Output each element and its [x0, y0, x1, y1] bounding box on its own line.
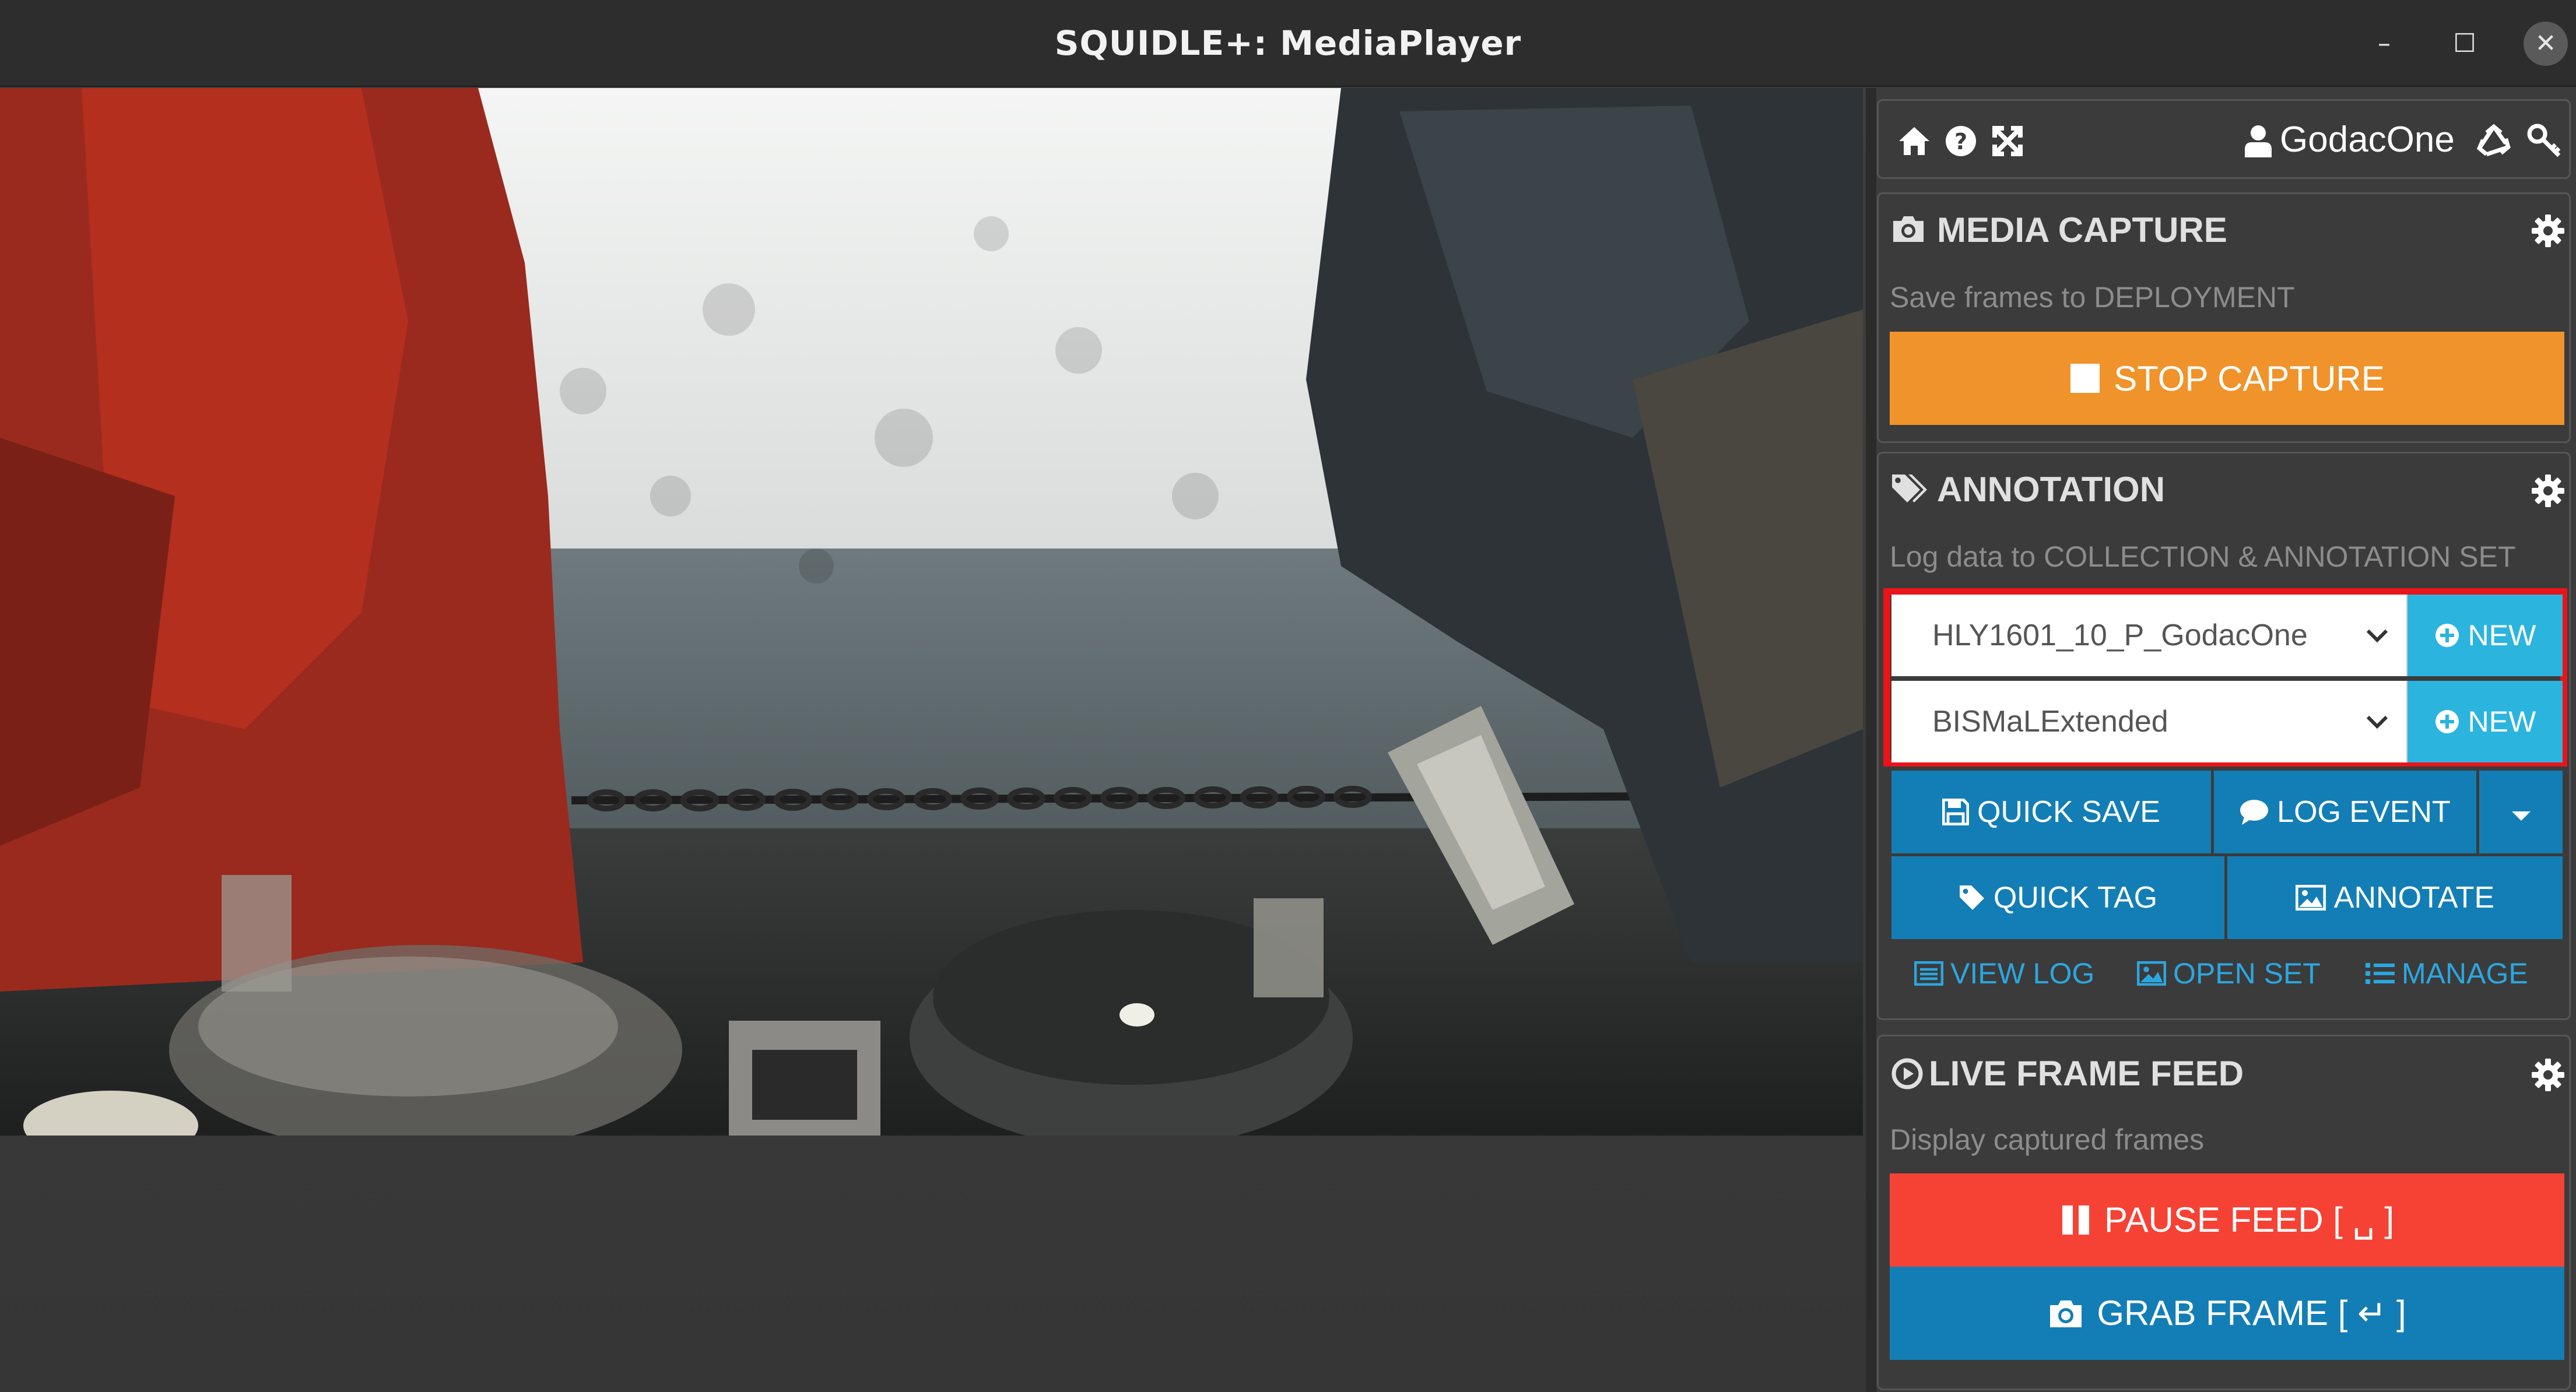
caret-down-icon: [2511, 795, 2532, 829]
svg-text:?: ?: [1954, 129, 1967, 154]
comment-icon: [2240, 799, 2269, 825]
annotation-set-select-value: BISMaLExtended: [1932, 705, 2168, 739]
plus-circle-icon: [2434, 623, 2460, 648]
quick-save-label: QUICK SAVE: [1977, 795, 2160, 829]
user-icon: [2241, 122, 2276, 160]
minimize-button[interactable]: –: [2362, 22, 2406, 66]
manage-label: MANAGE: [2402, 957, 2528, 990]
camera-icon: [2048, 1298, 2084, 1328]
pause-icon: [2060, 1204, 2091, 1236]
pause-feed-button[interactable]: PAUSE FEED [ ␣ ]: [1890, 1173, 2564, 1267]
collection-select[interactable]: HLY1601_10_P_GodacOne: [1891, 595, 2407, 676]
maximize-button[interactable]: ☐: [2442, 22, 2487, 66]
live-frame-feed-subtitle: Display captured frames: [1890, 1123, 2205, 1156]
gear-icon[interactable]: [2531, 213, 2566, 248]
log-event-button[interactable]: LOG EVENT: [2214, 771, 2476, 853]
open-set-label: OPEN SET: [2173, 957, 2321, 990]
collection-select-value: HLY1601_10_P_GodacOne: [1932, 618, 2308, 652]
stop-capture-label: STOP CAPTURE: [2114, 358, 2385, 398]
annotate-label: ANNOTATE: [2333, 881, 2495, 915]
annotate-button[interactable]: ANNOTATE: [2227, 856, 2563, 939]
image-icon: [2137, 961, 2166, 986]
user-toolbar: [1877, 99, 2571, 179]
video-image: [0, 88, 1863, 1136]
annotation-set-select[interactable]: BISMaLExtended: [1891, 681, 2407, 762]
window-title: SQUIDLE+: MediaPlayer: [1054, 23, 1522, 63]
new-annotation-set-label: NEW: [2468, 705, 2536, 738]
video-frame[interactable]: [0, 88, 1863, 1136]
new-annotation-set-button[interactable]: NEW: [2407, 681, 2563, 762]
tag-icon: [1959, 884, 1985, 911]
annotation-subtitle: Log data to COLLECTION & ANNOTATION SET: [1890, 540, 2516, 573]
media-capture-subtitle: Save frames to DEPLOYMENT: [1890, 281, 2295, 314]
grab-frame-button[interactable]: GRAB FRAME [ ↵ ]: [1890, 1267, 2564, 1360]
camera-icon: [1890, 211, 1927, 246]
annotation-title: ANNOTATION: [1937, 470, 2166, 509]
media-capture-title: MEDIA CAPTURE: [1937, 210, 2227, 249]
grab-frame-label: GRAB FRAME [ ↵ ]: [2097, 1293, 2406, 1333]
quick-save-button[interactable]: QUICK SAVE: [1891, 771, 2211, 853]
close-button[interactable]: ✕: [2524, 22, 2568, 66]
username-label[interactable]: GodacOne: [2280, 114, 2455, 166]
window-titlebar: SQUIDLE+: MediaPlayer – ☐ ✕: [0, 0, 2576, 87]
chevron-down-icon: [2366, 595, 2389, 676]
video-area: [0, 88, 1872, 1392]
tags-icon: [1890, 471, 1929, 506]
chevron-down-icon: [2366, 681, 2389, 762]
image-icon: [2295, 885, 2326, 911]
list-alt-icon: [1914, 961, 1943, 986]
view-log-label: VIEW LOG: [1950, 957, 2095, 990]
list-icon: [2366, 962, 2395, 985]
gear-icon[interactable]: [2531, 473, 2566, 508]
key-icon[interactable]: [2525, 121, 2564, 161]
log-event-label: LOG EVENT: [2277, 795, 2451, 829]
gear-icon[interactable]: [2531, 1057, 2566, 1092]
panel-divider: [1866, 88, 1876, 1392]
help-icon[interactable]: ?: [1943, 124, 1978, 159]
plus-circle-icon: [2434, 709, 2460, 734]
stop-icon: [2069, 363, 2101, 394]
home-icon[interactable]: [1897, 124, 1932, 159]
pause-feed-label: PAUSE FEED [ ␣ ]: [2104, 1200, 2395, 1239]
fullscreen-icon[interactable]: [1990, 124, 2025, 159]
recycle-icon[interactable]: [2474, 121, 2514, 161]
save-icon: [1942, 799, 1969, 825]
quick-tag-button[interactable]: QUICK TAG: [1891, 856, 2224, 939]
stop-capture-button[interactable]: STOP CAPTURE: [1890, 332, 2564, 425]
manage-link[interactable]: MANAGE: [2366, 950, 2528, 997]
log-event-dropdown-button[interactable]: [2479, 771, 2563, 853]
play-circle-icon: [1890, 1056, 1925, 1091]
new-collection-button[interactable]: NEW: [2407, 595, 2563, 676]
view-log-link[interactable]: VIEW LOG: [1914, 950, 2094, 997]
new-collection-label: NEW: [2468, 619, 2536, 652]
open-set-link[interactable]: OPEN SET: [2137, 950, 2321, 997]
live-frame-feed-title: LIVE FRAME FEED: [1929, 1054, 2244, 1093]
quick-tag-label: QUICK TAG: [1993, 881, 2158, 915]
